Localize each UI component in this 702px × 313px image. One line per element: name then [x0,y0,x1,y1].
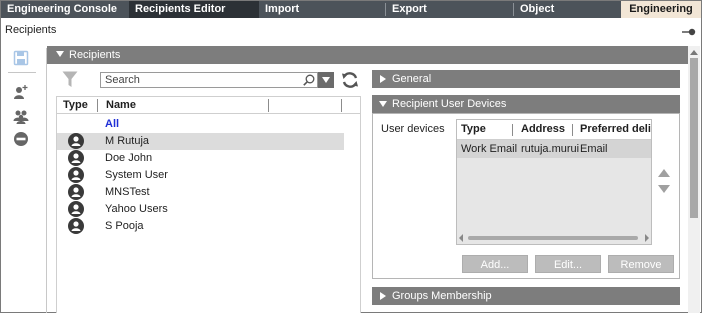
table-row[interactable]: S Pooja [57,218,344,235]
tab-bar: Engineering Console Recipients Editor Im… [1,1,701,32]
remove-device-button[interactable]: Remove [608,255,674,273]
section-general[interactable]: General [372,70,680,88]
section-groups-membership[interactable]: Groups Membership [372,287,680,305]
recipients-panel-header[interactable]: Recipients [47,46,688,64]
column-header-type[interactable]: Type [461,123,486,135]
filter-icon[interactable] [62,71,78,88]
column-divider[interactable] [572,124,573,136]
recipients-table: Type Name All M Rutuja Doe John System U… [56,96,361,313]
devices-table-header: Type Address Preferred delive [457,120,651,140]
pin-icon[interactable] [682,27,696,37]
table-row[interactable]: Doe John [57,150,344,167]
tab-engineering[interactable]: Engineering [621,1,701,18]
section-groups-title: Groups Membership [392,290,492,302]
move-down-icon[interactable] [658,185,670,193]
scroll-up-icon[interactable] [690,50,698,55]
scrollbar-thumb[interactable] [468,236,638,240]
toolbar-divider [8,72,36,73]
devices-table: Type Address Preferred delive Work Email… [456,119,652,245]
expand-icon [380,292,386,300]
add-group-icon[interactable] [13,108,29,124]
recipient-name: MNSTest [105,186,150,198]
user-icon [68,150,84,166]
recipient-name: Yahoo Users [105,203,168,215]
add-device-button[interactable]: Add... [462,255,528,273]
table-row[interactable]: Work Email rutuja.murui Email [457,140,651,158]
tab-export[interactable]: Export [386,1,513,18]
recipient-name: S Pooja [105,220,144,232]
user-devices-label: User devices [381,123,445,135]
column-divider[interactable] [97,99,98,112]
page-title: Recipients [5,24,57,36]
add-user-icon[interactable] [13,84,29,100]
list-item-all[interactable]: All [57,116,344,133]
refresh-icon[interactable] [340,70,360,90]
column-divider[interactable] [341,99,342,112]
column-divider[interactable] [512,124,513,136]
table-row[interactable]: MNSTest [57,184,344,201]
device-type: Work Email [461,143,518,155]
user-icon [68,184,84,200]
search-icon[interactable] [303,74,315,86]
search-dropdown-button[interactable] [318,72,334,88]
column-header-preferred[interactable]: Preferred delive [580,123,651,135]
save-icon[interactable] [13,50,29,66]
scroll-right-icon[interactable] [645,234,649,242]
tab-recipients-editor[interactable]: Recipients Editor [129,1,259,18]
column-header-name[interactable]: Name [106,99,136,111]
recipient-name: M Rutuja [105,135,150,147]
device-address: rutuja.murui [521,143,580,155]
user-icon [68,201,84,217]
horizontal-scrollbar[interactable] [459,234,649,242]
expand-icon [380,75,386,83]
column-header-address[interactable]: Address [521,123,565,135]
table-header: Type Name [57,97,360,114]
collapse-icon [379,101,387,107]
chevron-down-icon [322,77,330,83]
section-recipient-user-devices[interactable]: Recipient User Devices [372,95,680,113]
collapse-icon [56,51,64,57]
tab-object-configurator[interactable]: Object Configurator [514,1,621,32]
section-general-title: General [392,73,432,85]
column-header-type[interactable]: Type [63,99,88,111]
edit-device-button[interactable]: Edit... [535,255,601,273]
recipients-panel-title: Recipients [69,49,121,61]
scrollbar-thumb[interactable] [690,58,698,218]
move-up-icon[interactable] [658,169,670,177]
section-devices-title: Recipient User Devices [392,98,507,110]
search-input[interactable] [100,72,318,88]
user-icon [68,167,84,183]
user-icon [68,133,84,149]
user-icon [68,218,84,234]
vertical-scrollbar[interactable] [688,46,700,313]
column-divider[interactable] [268,99,269,112]
scroll-left-icon[interactable] [459,234,463,242]
recipient-name: System User [105,169,168,181]
tab-engineering-console[interactable]: Engineering Console [1,1,128,18]
table-row[interactable]: System User [57,167,344,184]
tab-import[interactable]: Import [259,1,385,18]
remove-icon[interactable] [13,131,29,147]
device-preferred: Email [580,143,608,155]
recipient-name: Doe John [105,152,153,164]
toolbar-border [46,48,47,313]
list-item-label: All [105,118,120,130]
table-row[interactable]: M Rutuja [57,133,344,150]
table-row[interactable]: Yahoo Users [57,201,344,218]
